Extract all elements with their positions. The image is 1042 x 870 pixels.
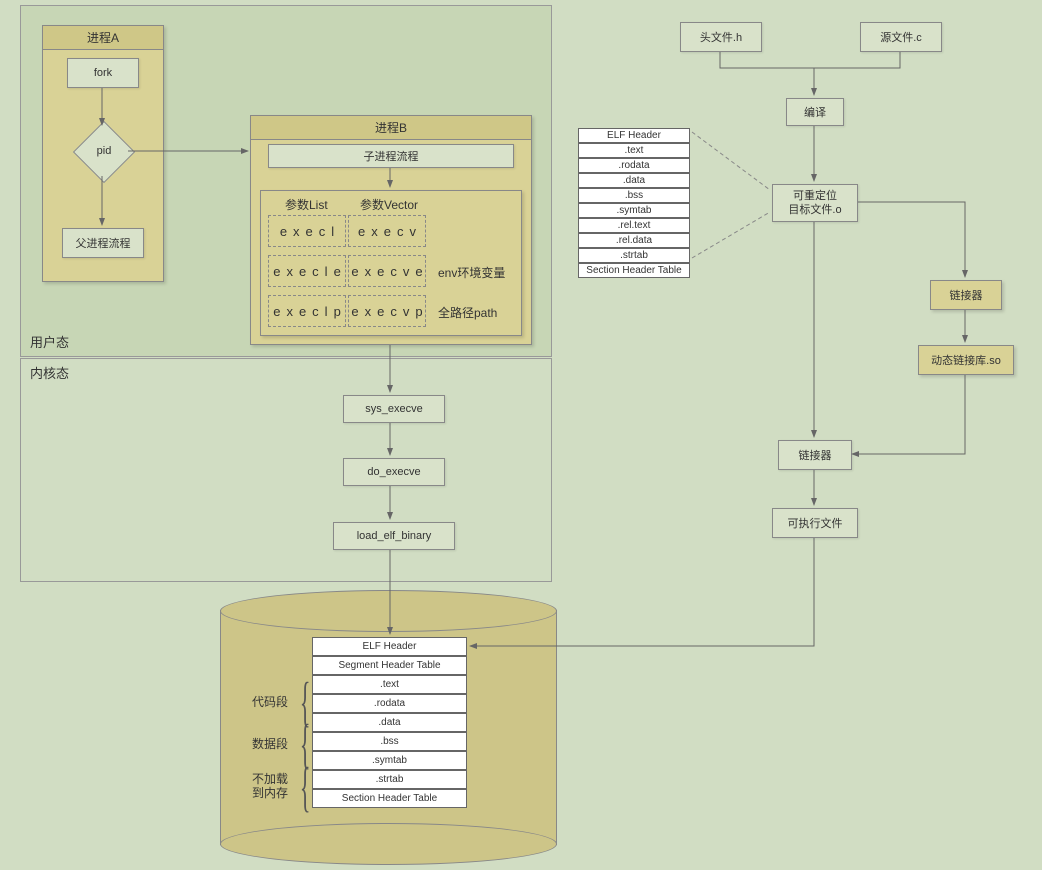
header-file-node: 头文件.h (680, 22, 762, 52)
elf-big-table: ELF Header Segment Header Table .text .r… (312, 637, 467, 808)
compile-node: 编译 (786, 98, 844, 126)
execle-cell: execle (268, 255, 346, 287)
elf-small-row: .rel.data (578, 233, 690, 248)
parent-flow-node: 父进程流程 (62, 228, 144, 258)
elf-small-row: .symtab (578, 203, 690, 218)
load-elf-node: load_elf_binary (333, 522, 455, 550)
elf-big-row: ELF Header (312, 637, 467, 656)
elf-big-row: .symtab (312, 751, 467, 770)
env-label: env环境变量 (438, 264, 505, 281)
user-label: 用户态 (30, 332, 69, 351)
elf-big-row: .strtab (312, 770, 467, 789)
execv-cell: execv (348, 215, 426, 247)
elf-big-row: .data (312, 713, 467, 732)
elf-big-row: .rodata (312, 694, 467, 713)
execl-cell: execl (268, 215, 346, 247)
fork-node: fork (67, 58, 139, 88)
elf-small-row: .bss (578, 188, 690, 203)
elf-big-row: Section Header Table (312, 789, 467, 808)
process-a-title: 进程A (43, 26, 163, 50)
codeseg-label: 代码段 (252, 693, 288, 710)
elf-small-table: ELF Header .text .rodata .data .bss .sym… (578, 128, 690, 278)
elf-small-row: ELF Header (578, 128, 690, 143)
elf-big-row: Segment Header Table (312, 656, 467, 675)
elf-small-row: .text (578, 143, 690, 158)
exe-node: 可执行文件 (772, 508, 858, 538)
brace-icon: { (300, 755, 311, 818)
dso-node: 动态链接库.so (918, 345, 1014, 375)
col-vector-label: 参数Vector (360, 196, 418, 213)
execvp-cell: execvp (348, 295, 426, 327)
col-list-label: 参数List (285, 196, 328, 213)
kernel-panel (20, 358, 552, 582)
source-file-node: 源文件.c (860, 22, 942, 52)
elf-small-row: .strtab (578, 248, 690, 263)
kernel-label: 内核态 (30, 363, 69, 382)
pid-label: pid (84, 145, 124, 157)
do-execve-node: do_execve (343, 458, 445, 486)
noload-label2: 到内存 (252, 784, 288, 801)
dataseg-label: 数据段 (252, 735, 288, 752)
execve-cell: execve (348, 255, 426, 287)
linker2-node: 链接器 (778, 440, 852, 470)
elf-small-row: Section Header Table (578, 263, 690, 278)
process-b-title: 进程B (251, 116, 531, 140)
elf-big-row: .bss (312, 732, 467, 751)
child-flow-node: 子进程流程 (268, 144, 514, 168)
elf-small-row: .rel.text (578, 218, 690, 233)
execlp-cell: execlp (268, 295, 346, 327)
elf-small-row: .data (578, 173, 690, 188)
path-label: 全路径path (438, 304, 497, 321)
sys-execve-node: sys_execve (343, 395, 445, 423)
obj-file-node: 可重定位目标文件.o (772, 184, 858, 222)
linker1-node: 链接器 (930, 280, 1002, 310)
elf-small-row: .rodata (578, 158, 690, 173)
elf-big-row: .text (312, 675, 467, 694)
